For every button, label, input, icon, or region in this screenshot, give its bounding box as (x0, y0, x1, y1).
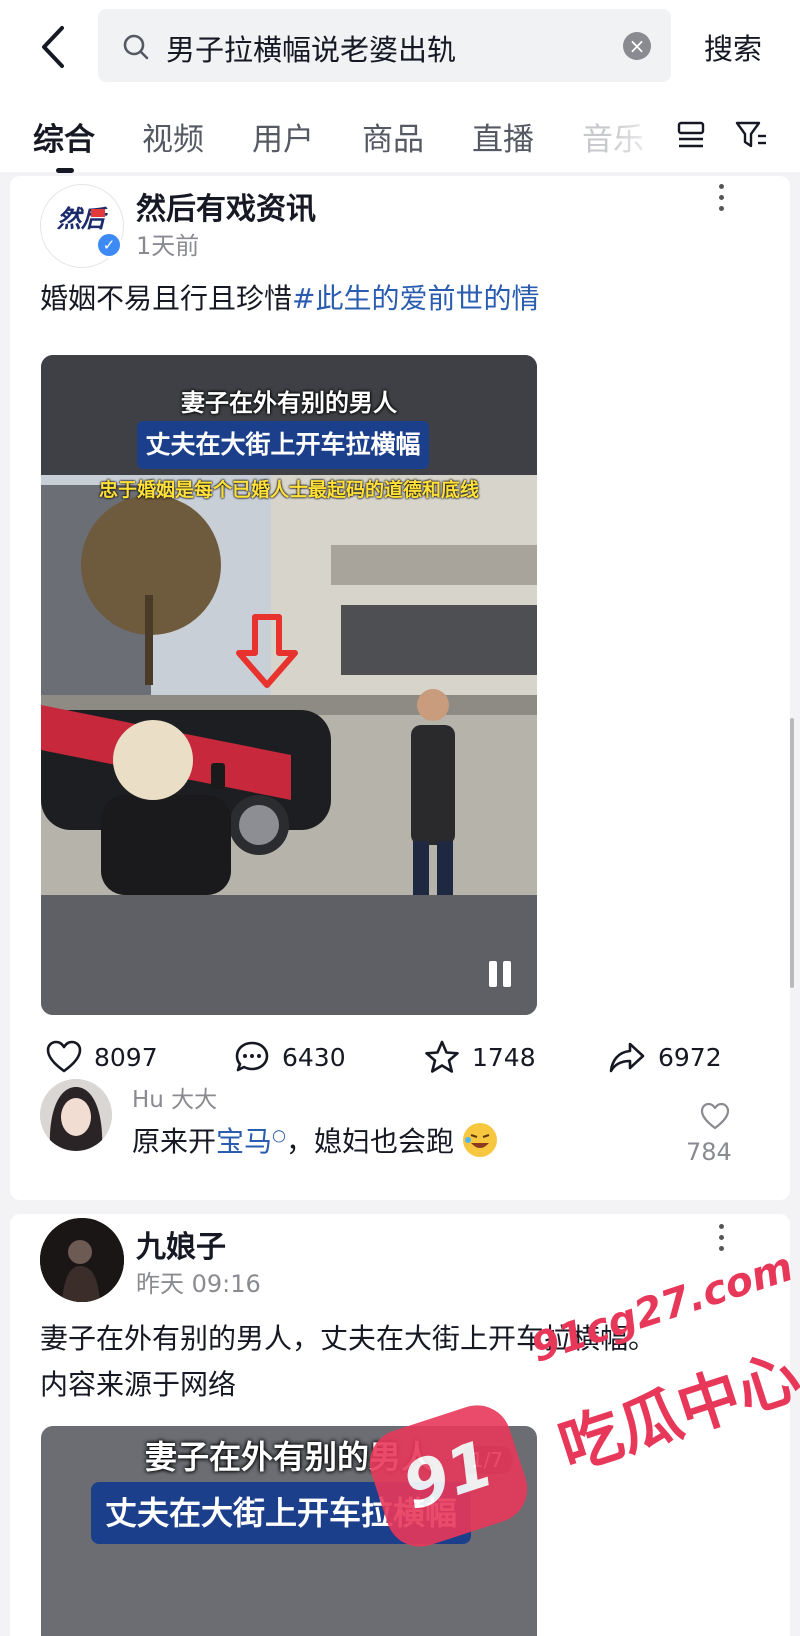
back-arrow-icon[interactable] (34, 22, 74, 72)
comment-icon (235, 1041, 269, 1072)
post-caption: 妻子在外有别的男人，丈夫在大街上开车拉横幅。 内容来源于网络 (40, 1316, 656, 1408)
video-overlay-banner: 丈夫在大街上开车拉横幅 (91, 1482, 471, 1544)
layout-toggle-icon[interactable] (676, 120, 706, 150)
comment-count: 6430 (282, 1042, 346, 1072)
commenter-photo (40, 1079, 112, 1151)
scrollbar[interactable] (790, 718, 794, 988)
verified-badge-icon: ✓ (96, 232, 122, 258)
tab-indicator (56, 168, 74, 173)
comment-button[interactable]: 6430 (234, 1040, 346, 1074)
commenter-avatar[interactable] (40, 1079, 112, 1151)
caption-line: 内容来源于网络 (40, 1368, 237, 1401)
search-query[interactable]: 男子拉横幅说老婆出轨 (166, 27, 456, 69)
image-counter: 1/7 (460, 1446, 513, 1474)
search-button[interactable]: 搜索 (704, 26, 762, 68)
author-avatar[interactable] (40, 1218, 124, 1302)
tab-fade (610, 100, 670, 172)
more-options-icon[interactable] (716, 184, 726, 217)
comment-like-count: 784 (686, 1138, 732, 1166)
caption-text: 婚姻不易且行且珍惜 (40, 282, 293, 315)
post-card[interactable]: 然后 ✓ 然后有戏资讯 1天前 婚姻不易且行且珍惜#此生的爱前世的情 妻子在外有… (10, 176, 790, 1200)
clear-icon[interactable]: × (623, 32, 651, 60)
caption-line: 妻子在外有别的男人，丈夫在大街上开车拉横幅。 (40, 1322, 657, 1355)
share-count: 6972 (658, 1042, 722, 1072)
top-bar: 男子拉横幅说老婆出轨 × 搜索 (0, 0, 800, 100)
tab-products[interactable]: 商品 (362, 114, 424, 159)
keyword-search-icon[interactable]: ○ (272, 1126, 286, 1145)
hashtag-link[interactable]: #此生的爱前世的情 (292, 282, 539, 315)
star-icon (425, 1040, 459, 1073)
tab-live[interactable]: 直播 (472, 114, 534, 159)
favorite-count: 1748 (472, 1042, 536, 1072)
video-overlay-title: 妻子在外有别的男人 (181, 389, 397, 417)
post-actions: 8097 6430 1748 6972 (10, 1016, 790, 1096)
like-count: 8097 (94, 1042, 158, 1072)
commenter-name[interactable]: Hu 大大 (132, 1080, 217, 1114)
favorite-button[interactable]: 1748 (424, 1040, 536, 1074)
comment-text-part: 原来开 (132, 1125, 217, 1158)
author-name[interactable]: 然后有戏资讯 (136, 184, 316, 228)
video-thumbnail[interactable]: 妻子在外有别的男人 丈夫在大街上开车拉横幅 1/7 (41, 1426, 537, 1636)
heart-icon (46, 1040, 82, 1073)
search-keyword-link[interactable]: 宝马 (216, 1125, 272, 1158)
tab-users[interactable]: 用户 (252, 114, 314, 159)
more-options-icon[interactable] (716, 1224, 726, 1257)
video-overlay-banner: 丈夫在大街上开车拉横幅 (137, 421, 429, 469)
tab-video[interactable]: 视频 (142, 114, 204, 159)
post-card[interactable]: 九娘子 昨天 09:16 妻子在外有别的男人，丈夫在大街上开车拉横幅。 内容来源… (10, 1214, 790, 1636)
like-button[interactable]: 8097 (46, 1040, 158, 1074)
tab-bar: 综合 视频 用户 商品 直播 音乐 (0, 100, 800, 173)
filter-icon[interactable] (734, 120, 768, 150)
share-arrow-icon (609, 1042, 645, 1073)
comment-text: 原来开宝马○，媳妇也会跑 (132, 1120, 497, 1160)
search-icon (123, 34, 149, 60)
author-name[interactable]: 九娘子 (136, 1222, 226, 1266)
post-caption: 婚姻不易且行且珍惜#此生的爱前世的情 (40, 276, 539, 322)
search-input[interactable]: 男子拉横幅说老婆出轨 × (98, 9, 671, 82)
video-overlay-subtitle: 忠于婚姻是每个已婚人士最起码的道德和底线 (98, 479, 479, 501)
video-thumbnail[interactable]: 妻子在外有别的男人 丈夫在大街上开车拉横幅 忠于婚姻是每个已婚人士最起码的道德和… (41, 355, 537, 1015)
tab-all[interactable]: 综合 (33, 114, 95, 159)
avatar-photo (40, 1218, 124, 1302)
svg-text:然后: 然后 (56, 204, 108, 233)
comment-text-part: ，媳妇也会跑 (286, 1125, 455, 1158)
pause-icon[interactable] (485, 959, 515, 989)
post-time: 1天前 (136, 232, 200, 260)
share-button[interactable]: 6972 (608, 1040, 722, 1074)
post-time: 昨天 09:16 (136, 1270, 261, 1298)
comment-like-icon[interactable] (700, 1102, 730, 1130)
laughing-emoji-icon (462, 1123, 497, 1157)
